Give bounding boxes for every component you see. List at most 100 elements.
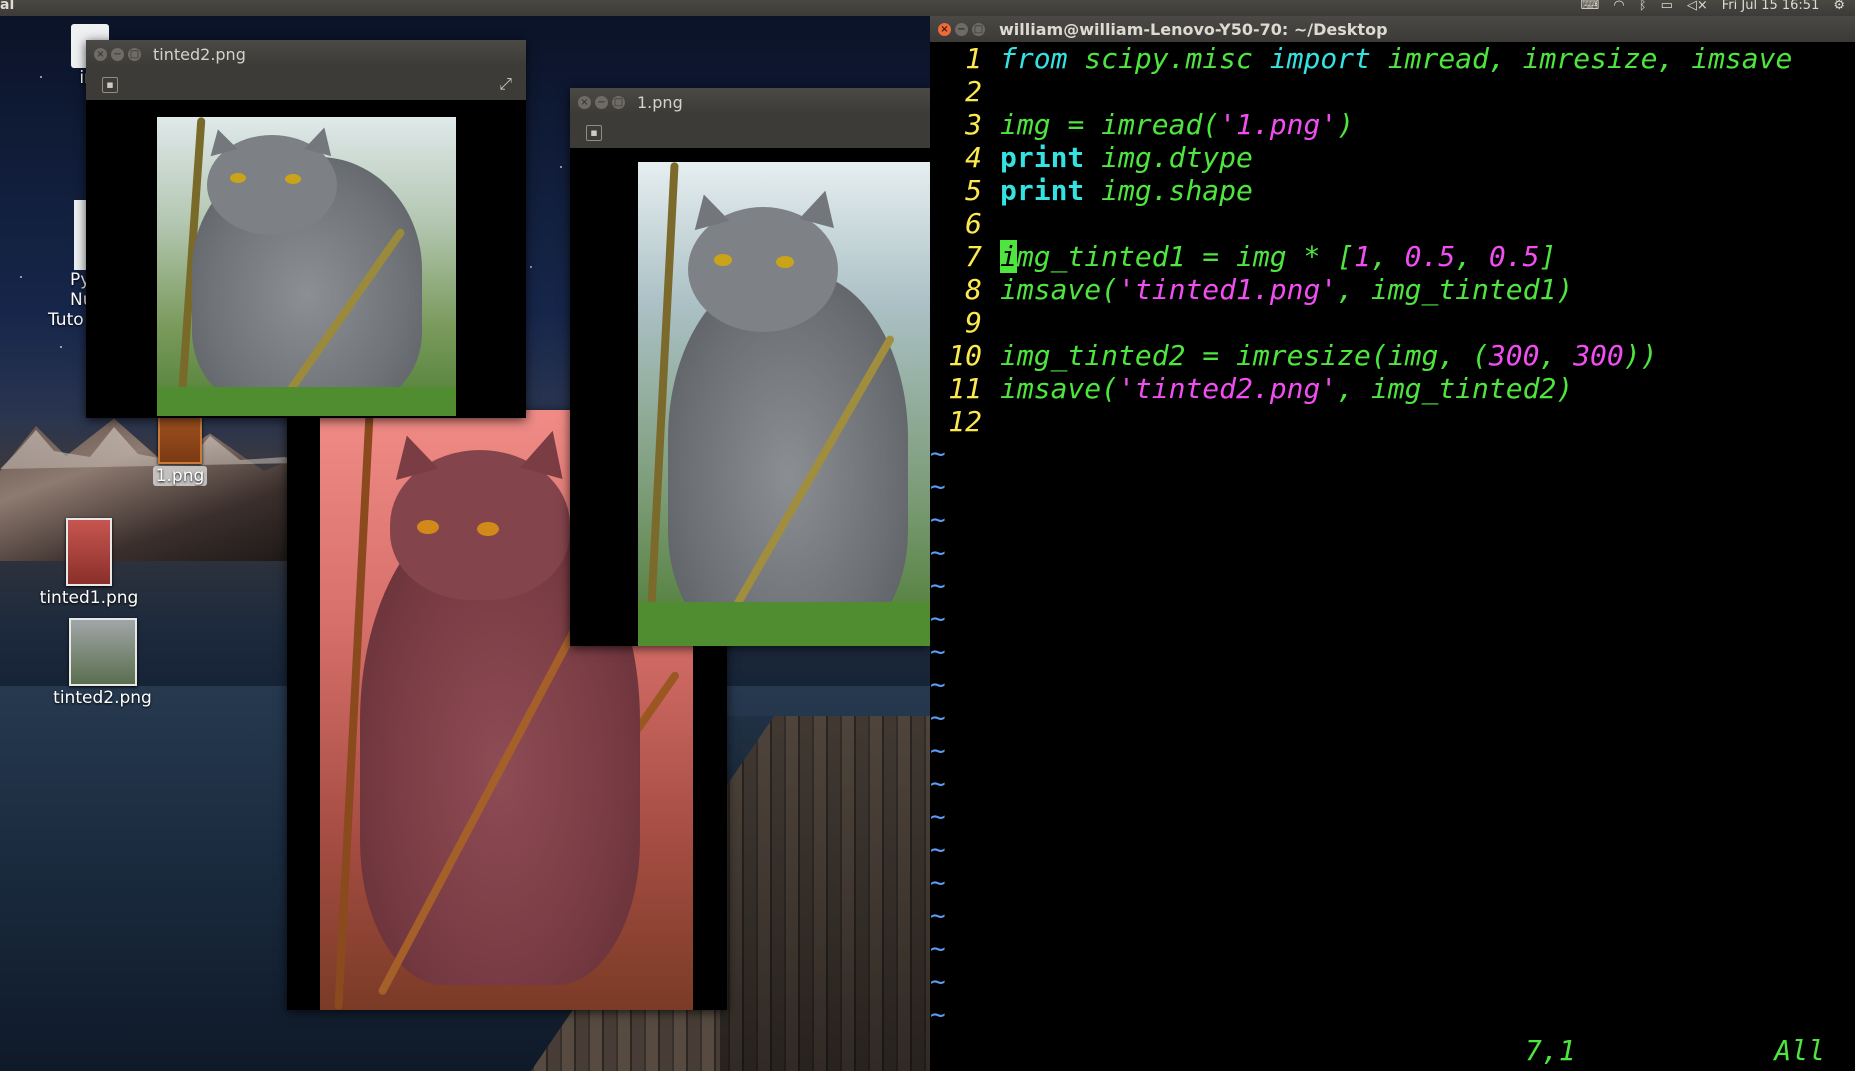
maximize-button[interactable]: □ <box>612 95 625 109</box>
viewer-toolbar: ▪ <box>570 116 930 148</box>
empty-line-tilde: ~ <box>930 505 946 535</box>
image-viewer-window-1png[interactable]: × − □ 1.png ▪ <box>570 88 930 646</box>
line-number: 8 <box>965 273 982 306</box>
top-panel: al ⌨ ◠ ᛒ ▭ ◁× Fri Jul 15 16:51 ⚙ <box>0 0 1855 16</box>
empty-line-tilde: ~ <box>930 439 946 469</box>
code-line[interactable]: 5 print img.shape <box>930 174 1855 207</box>
empty-line-tilde: ~ <box>930 472 946 502</box>
code-line[interactable]: 11 imsave('tinted2.png', img_tinted2) <box>930 372 1855 405</box>
code-line[interactable]: 1 from scipy.misc import imread, imresize… <box>930 42 1855 75</box>
image-thumbnail <box>66 518 112 586</box>
empty-line-tilde: ~ <box>930 703 946 733</box>
volume-muted-icon[interactable]: ◁× <box>1687 0 1708 13</box>
window-title: william@william-Lenovo-Y50-70: ~/Desktop <box>999 19 1388 39</box>
desktop-icon-tinted1[interactable]: tinted1.png <box>34 518 144 608</box>
empty-line-tilde: ~ <box>930 604 946 634</box>
empty-line-tilde: ~ <box>930 736 946 766</box>
line-number: 12 <box>948 405 982 438</box>
code-text: print img.shape <box>1000 174 1253 207</box>
clock[interactable]: Fri Jul 15 16:51 <box>1722 0 1820 13</box>
line-number: 9 <box>965 306 982 339</box>
line-number: 2 <box>965 75 982 108</box>
image-thumbnail <box>158 412 202 464</box>
text-cursor: i <box>1000 240 1017 273</box>
maximize-button[interactable]: □ <box>128 47 141 61</box>
code-line[interactable]: 8 imsave('tinted1.png', img_tinted1) <box>930 273 1855 306</box>
sidebar-toggle-icon[interactable]: ▪ <box>586 125 602 141</box>
terminal-window[interactable]: × − □ william@william-Lenovo-Y50-70: ~/D… <box>930 16 1855 1071</box>
desktop-icon-label: tinted1.png <box>39 588 139 608</box>
wifi-icon[interactable]: ◠ <box>1613 0 1624 13</box>
desktop-icon-python-numpy-tutorial[interactable]: Py Nu Tuto <box>48 200 94 330</box>
minimize-button[interactable]: − <box>955 22 968 36</box>
minimize-button[interactable]: − <box>595 95 608 109</box>
code-line[interactable]: 2 <box>930 75 1855 108</box>
desktop-icon-1png[interactable]: 1.png <box>148 412 212 486</box>
line-number: 1 <box>965 42 982 75</box>
bluetooth-icon[interactable]: ᛒ <box>1639 0 1647 13</box>
window-title: tinted2.png <box>153 44 246 64</box>
fullscreen-icon[interactable]: ⤢ <box>499 74 512 94</box>
minimize-button[interactable]: − <box>111 47 124 61</box>
maximize-button[interactable]: □ <box>972 22 985 36</box>
image-thumbnail <box>68 618 137 686</box>
desktop-icon-tinted2[interactable]: tinted2.png <box>45 618 160 708</box>
empty-line-tilde: ~ <box>930 934 946 964</box>
line-number: 6 <box>965 207 982 240</box>
code-line[interactable]: 10 img_tinted2 = imresize(img, (300, 300)… <box>930 339 1855 372</box>
empty-line-tilde: ~ <box>930 967 946 997</box>
empty-line-tilde: ~ <box>930 637 946 667</box>
tinted2-image <box>157 117 456 416</box>
code-text: from scipy.misc import imread, imresize,… <box>1000 42 1793 75</box>
window-titlebar[interactable]: × − □ tinted2.png <box>86 40 526 68</box>
line-number: 4 <box>965 141 982 174</box>
empty-line-tilde: ~ <box>930 1000 946 1030</box>
gear-icon[interactable]: ⚙ <box>1833 0 1845 13</box>
code-text: img = imread('1.png') <box>1000 108 1355 141</box>
close-button[interactable]: × <box>938 22 951 36</box>
line-number: 7 <box>965 240 982 273</box>
empty-line-tilde: ~ <box>930 835 946 865</box>
code-line[interactable]: 12 <box>930 405 1855 438</box>
system-tray: ⌨ ◠ ᛒ ▭ ◁× Fri Jul 15 16:51 ⚙ <box>1581 0 1845 13</box>
close-button[interactable]: × <box>94 47 107 61</box>
code-text: imsave('tinted2.png', img_tinted2) <box>1000 372 1574 405</box>
empty-line-tilde: ~ <box>930 538 946 568</box>
empty-line-tilde: ~ <box>930 670 946 700</box>
empty-line-tilde: ~ <box>930 802 946 832</box>
code-line[interactable]: 3 img = imread('1.png') <box>930 108 1855 141</box>
tinted2-viewer-window[interactable]: × − □ tinted2.png ▪ ⤢ <box>86 40 526 418</box>
sidebar-toggle-icon[interactable]: ▪ <box>102 77 118 93</box>
code-line[interactable]: 9 <box>930 306 1855 339</box>
vim-editor[interactable]: 1 from scipy.misc import imread, imresize… <box>930 42 1855 1032</box>
code-text: img_tinted1 = img * [1, 0.5, 0.5] <box>1000 240 1557 273</box>
code-line[interactable]: 4 print img.dtype <box>930 141 1855 174</box>
code-text: imsave('tinted1.png', img_tinted1) <box>1000 273 1574 306</box>
window-titlebar[interactable]: × − □ william@william-Lenovo-Y50-70: ~/D… <box>930 16 1855 42</box>
line-number: 10 <box>948 339 982 372</box>
line-number: 5 <box>965 174 982 207</box>
line-number: 11 <box>948 372 982 405</box>
keyboard-icon[interactable]: ⌨ <box>1581 0 1600 13</box>
line-number: 3 <box>965 108 982 141</box>
desktop-icon-label: tinted2.png <box>53 688 152 708</box>
close-button[interactable]: × <box>578 95 591 109</box>
vim-statusline: 7,1 All <box>930 1034 1855 1067</box>
original-image <box>638 162 930 646</box>
code-line[interactable]: 7 img_tinted1 = img * [1, 0.5, 0.5] <box>930 240 1855 273</box>
cursor-position: 7,1 <box>1525 1034 1576 1067</box>
code-text: img_tinted2 = imresize(img, (300, 300)) <box>1000 339 1658 372</box>
desktop-icon-label: 1.png <box>152 466 208 486</box>
code-line[interactable]: 6 <box>930 207 1855 240</box>
empty-line-tilde: ~ <box>930 571 946 601</box>
code-text: print img.dtype <box>1000 141 1253 174</box>
desktop-icon-label-line: Tuto <box>48 310 84 330</box>
viewer-toolbar: ▪ ⤢ <box>86 68 526 100</box>
scroll-indicator: All <box>1774 1034 1825 1067</box>
empty-line-tilde: ~ <box>930 868 946 898</box>
empty-line-tilde: ~ <box>930 769 946 799</box>
battery-icon[interactable]: ▭ <box>1661 0 1673 13</box>
active-app-name[interactable]: al <box>0 0 14 13</box>
window-title: 1.png <box>637 92 683 112</box>
window-titlebar[interactable]: × − □ 1.png <box>570 88 930 116</box>
